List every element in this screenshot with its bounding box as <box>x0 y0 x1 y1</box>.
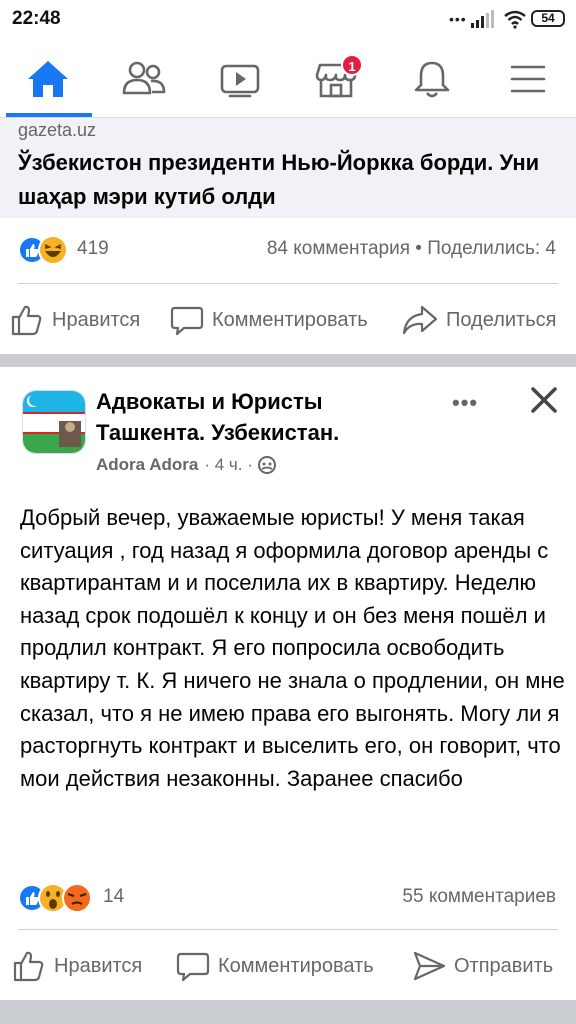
share-button[interactable]: Поделиться <box>402 302 556 338</box>
angry-reaction-icon <box>62 883 92 913</box>
send-icon <box>413 951 446 981</box>
reaction-icons-2[interactable] <box>18 883 104 913</box>
post-separator <box>0 354 576 367</box>
bell-icon <box>414 61 450 98</box>
link-title: Ўзбекистон президенти Нью-Йоркка борди. … <box>18 150 540 209</box>
link-domain: gazeta.uz <box>18 120 97 140</box>
top-navigation: 1 <box>0 40 576 118</box>
flag-image <box>23 391 85 453</box>
comment-label: Комментировать <box>218 954 374 977</box>
notification-dots: ••• <box>449 11 467 27</box>
thumbs-up-icon <box>11 305 42 336</box>
comment-button-2[interactable]: Комментировать <box>176 948 374 984</box>
like-label: Нравится <box>52 308 141 331</box>
notifications-tab[interactable] <box>407 54 457 104</box>
comments-shares-count[interactable]: 84 комментария • Поделились: 4 <box>267 238 556 260</box>
haha-reaction-icon <box>38 235 68 265</box>
reaction-icons[interactable] <box>18 235 78 265</box>
reaction-count[interactable]: 419 <box>77 238 109 260</box>
thumbs-up-icon <box>13 951 44 982</box>
comment-button[interactable]: Комментировать <box>170 302 368 338</box>
share-arrow-icon <box>402 305 438 335</box>
members-icon <box>257 456 276 474</box>
reactions-summary: 419 84 комментария • Поделились: 4 <box>0 230 576 274</box>
home-tab[interactable] <box>23 54 73 104</box>
send-label: Отправить <box>454 954 554 977</box>
battery-indicator: 54 <box>531 10 565 27</box>
watch-tab[interactable] <box>215 54 265 104</box>
marketplace-tab[interactable]: 1 <box>311 54 363 104</box>
more-options-button[interactable]: ••• <box>452 390 488 415</box>
post-meta: Adora Adora · 4 ч. · <box>96 455 277 475</box>
post-time[interactable]: · 4 ч. · <box>204 455 253 475</box>
post-actions-2: Нравится Комментировать Отправить <box>0 938 576 994</box>
reaction-count-2[interactable]: 14 <box>103 886 124 908</box>
friends-tab[interactable] <box>119 54 169 104</box>
group-name[interactable]: Адвокаты и Юристы Ташкента. Узбекистан. <box>96 386 426 448</box>
home-icon <box>28 61 68 97</box>
marketplace-badge: 1 <box>341 54 363 76</box>
video-icon <box>220 64 260 98</box>
post-separator <box>0 1000 576 1024</box>
active-tab-indicator <box>6 113 92 117</box>
status-bar: 22:48 ••• 54 <box>0 0 576 40</box>
comment-icon <box>176 952 210 982</box>
wifi-icon <box>504 10 526 29</box>
signal-icon <box>471 10 494 28</box>
clock: 22:48 <box>12 8 61 29</box>
group-avatar[interactable] <box>22 390 86 454</box>
menu-tab[interactable] <box>503 54 553 104</box>
post-actions: Нравится Комментировать Поделиться <box>0 292 576 348</box>
link-preview[interactable]: gazeta.uz Ўзбекистон президенти Нью-Йорк… <box>0 118 576 218</box>
comments-count-2[interactable]: 55 комментариев <box>402 886 556 908</box>
like-button-2[interactable]: Нравится <box>12 948 142 984</box>
hamburger-icon <box>510 65 546 93</box>
comment-label: Комментировать <box>212 308 368 331</box>
divider <box>18 929 558 930</box>
post-body: Добрый вечер, уважаемые юристы! У меня т… <box>20 505 565 791</box>
friends-icon <box>122 61 166 95</box>
like-button[interactable]: Нравится <box>10 302 140 338</box>
send-button[interactable]: Отправить <box>412 948 553 984</box>
reactions-summary-2: 14 55 комментариев <box>0 880 576 920</box>
divider <box>18 283 558 284</box>
comment-icon <box>170 306 204 336</box>
like-label: Нравится <box>54 954 143 977</box>
close-icon[interactable] <box>528 384 560 416</box>
author-name[interactable]: Adora Adora <box>96 455 198 475</box>
share-label: Поделиться <box>446 308 557 331</box>
